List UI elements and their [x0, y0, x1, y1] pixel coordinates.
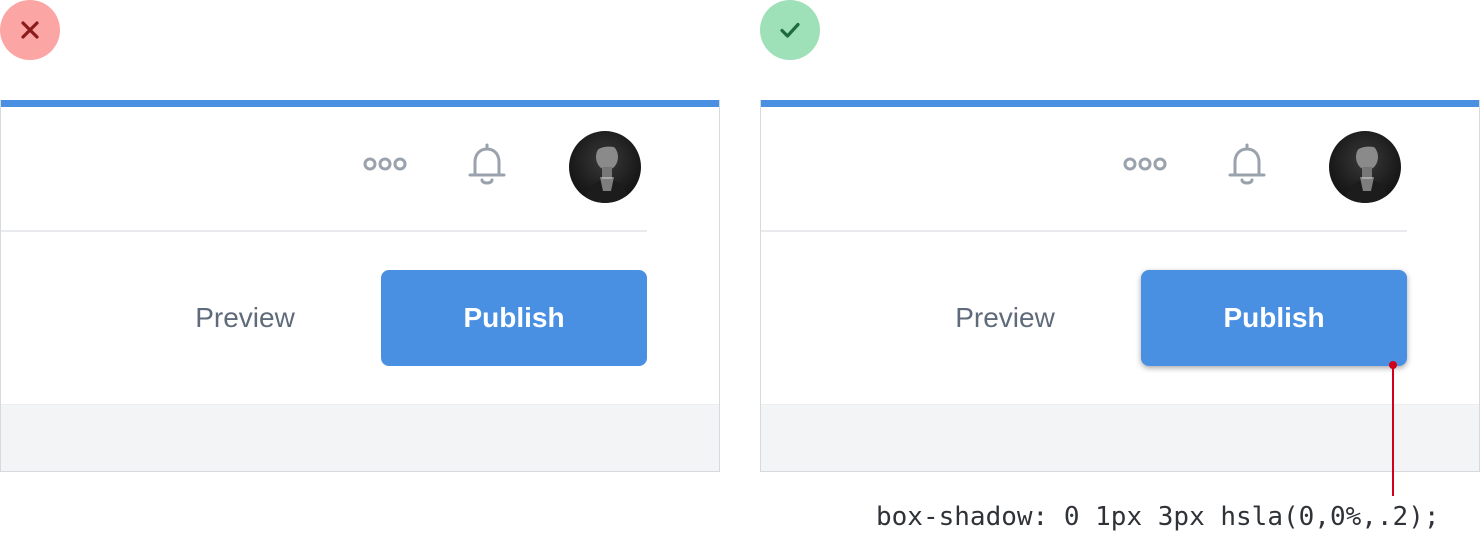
checkmark-icon — [780, 22, 800, 38]
preview-button[interactable]: Preview — [171, 270, 319, 366]
incorrect-badge — [0, 0, 60, 60]
preview-button[interactable]: Preview — [931, 270, 1079, 366]
publish-button-with-shadow[interactable]: Publish — [1141, 270, 1407, 366]
box-shadow-code-label: box-shadow: 0 1px 3px hsla(0,0%,.2); — [876, 502, 1440, 532]
header-divider — [1, 230, 647, 232]
callout-line — [1392, 364, 1394, 496]
correct-badge — [760, 0, 820, 60]
header-divider — [761, 230, 1407, 232]
avatar[interactable] — [569, 131, 641, 203]
avatar[interactable] — [1329, 131, 1401, 203]
footer-area — [761, 404, 1479, 471]
top-accent-bar — [1, 100, 719, 107]
bell-icon[interactable] — [1227, 142, 1267, 186]
avatar-portrait — [585, 142, 629, 203]
more-horizontal-icon[interactable] — [363, 157, 407, 171]
top-accent-bar — [761, 100, 1479, 107]
publish-button[interactable]: Publish — [381, 270, 647, 366]
more-horizontal-icon[interactable] — [1123, 157, 1167, 171]
avatar-portrait — [1345, 142, 1389, 203]
footer-area — [1, 404, 719, 471]
bell-icon[interactable] — [467, 142, 507, 186]
good-example-panel: Preview Publish — [760, 100, 1480, 472]
bad-example-panel: Preview Publish — [0, 100, 720, 472]
x-mark-icon — [21, 21, 39, 39]
